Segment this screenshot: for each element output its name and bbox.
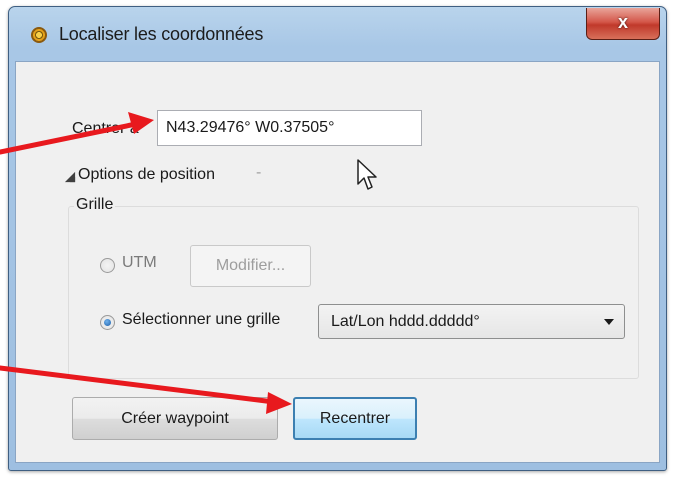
coordinates-input[interactable] [157, 110, 422, 146]
options-dash: - [256, 164, 262, 181]
grid-format-dropdown[interactable]: Lat/Lon hddd.ddddd° [318, 304, 625, 339]
select-grid-label[interactable]: Sélectionner une grille [122, 311, 280, 329]
mouse-cursor-icon [357, 159, 377, 190]
locate-coordinates-dialog: Localiser les coordonnées x Centrer à Op… [8, 6, 667, 471]
title-bar[interactable]: Localiser les coordonnées x [9, 7, 666, 61]
window-title: Localiser les coordonnées [59, 24, 264, 44]
grid-group-box [68, 206, 639, 379]
app-icon [31, 27, 47, 43]
chevron-down-icon [604, 319, 614, 325]
center-label: Centrer à [72, 120, 139, 137]
collapse-triangle-icon[interactable] [64, 171, 76, 183]
position-options-toggle[interactable]: Options de position [78, 166, 215, 184]
dialog-content: Centrer à Options de position - Grille U… [15, 61, 660, 463]
grid-format-value: Lat/Lon hddd.ddddd° [331, 313, 480, 330]
modify-button[interactable]: Modifier... [190, 245, 311, 287]
utm-radio[interactable] [100, 258, 115, 273]
select-grid-radio[interactable] [100, 315, 115, 330]
close-button[interactable]: x [586, 8, 660, 40]
recenter-button[interactable]: Recentrer [293, 397, 417, 440]
utm-label[interactable]: UTM [122, 254, 157, 272]
create-waypoint-button[interactable]: Créer waypoint [72, 397, 278, 440]
grid-group-title: Grille [74, 196, 116, 214]
